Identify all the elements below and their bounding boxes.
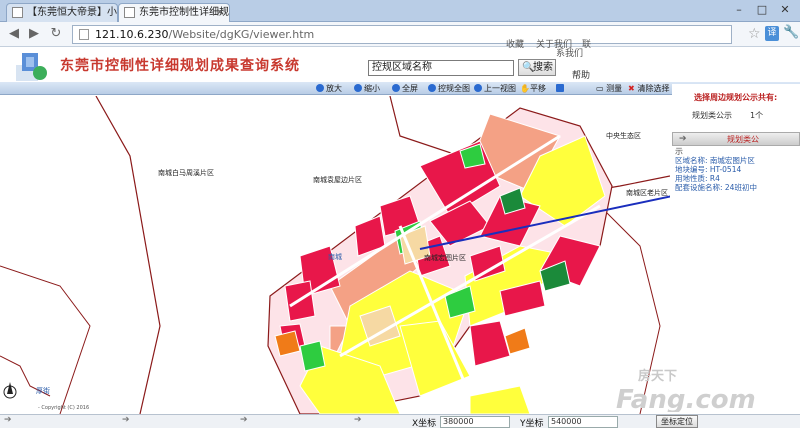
favorite-link[interactable]: 收藏	[506, 37, 524, 50]
notice-type-label[interactable]: 规划类公示	[692, 110, 732, 121]
scroll-right-icon[interactable]: ➔	[240, 415, 248, 425]
clear-icon: ✖	[628, 84, 638, 93]
forward-arrow-icon[interactable]: ▶	[26, 26, 42, 42]
label-biaoshao: 南城袁屋边片区	[313, 175, 362, 184]
url-field[interactable]: 121.10.6.230/Website/dgKG/viewer.htm	[72, 25, 732, 44]
browser-tab-1[interactable]: 【东莞恒大帝景】小区_二手	[6, 3, 118, 22]
notice-category-label: 规划类公	[727, 135, 759, 144]
minimize-icon[interactable]: –	[728, 2, 750, 18]
label-center: 南城宏图片区	[424, 253, 466, 262]
close-tab-icon[interactable]: ×	[216, 4, 224, 21]
url-path: /Website/dgKG/viewer.htm	[168, 28, 315, 41]
measure-label: 测量	[606, 84, 623, 93]
search-button-label: 搜索	[533, 62, 553, 73]
map-canvas[interactable]: 南城白马周溪片区 南城袁屋边片区 中央生态区 南城区老片区 南城 南城宏图片区 …	[0, 96, 670, 414]
search-button[interactable]: 🔍 搜索	[518, 59, 556, 76]
previous-view-label: 上一视图	[484, 84, 516, 93]
pan-button[interactable]: ✋平移	[520, 82, 546, 95]
watermark-text-2: Fang.com	[616, 385, 756, 412]
url-host: 121.10.6.230	[95, 28, 169, 41]
pan-hand-icon: ✋	[520, 84, 530, 93]
search-icon: 🔍	[522, 62, 535, 73]
zoom-out-label: 缩小	[364, 84, 380, 93]
notice-category-bar[interactable]: ➔ 规划类公	[672, 132, 800, 146]
previous-view-icon	[474, 84, 482, 92]
browser-tab-2[interactable]: 东莞市控制性详细规划成 ×	[118, 3, 230, 22]
zoom-in-button[interactable]: 放大	[316, 82, 342, 95]
panel-title: 选择周边规划公示共有:	[694, 93, 778, 102]
select-icon	[556, 84, 564, 92]
north-arrow-icon	[3, 382, 17, 399]
bookmark-star-icon[interactable]: ☆	[748, 26, 761, 42]
scroll-right-icon[interactable]: ➔	[122, 415, 130, 425]
close-window-icon[interactable]: ✕	[774, 2, 796, 18]
page-favicon-icon	[124, 7, 135, 18]
full-map-icon	[428, 84, 436, 92]
watermark-text-1: 房天下	[638, 368, 677, 384]
side-panel: 选择周边规划公示共有: 规划类公示 1个 ➔ 规划类公 示 区域名称: 南城宏图…	[672, 84, 800, 414]
translate-icon[interactable]: 译	[765, 26, 779, 41]
land-use-map[interactable]: 南城白马周溪片区 南城袁屋边片区 中央生态区 南城区老片区 南城 南城宏图片区 …	[0, 96, 670, 414]
fang-watermark-logo: 房天下 Fang.com	[616, 368, 756, 412]
wrench-menu-icon[interactable]: 🔧	[783, 25, 799, 40]
contact-link-b[interactable]: 系我们	[556, 46, 583, 59]
x-coord-input[interactable]: 380000	[440, 416, 510, 428]
full-map-label: 控规全图	[438, 84, 470, 93]
full-map-button[interactable]: 控规全图	[428, 82, 470, 95]
label-houjie: 厚街	[36, 386, 50, 395]
clear-selection-label: 清除选择	[637, 84, 670, 93]
info-facility-name: 配套设施名称: 24班初中	[675, 183, 757, 192]
coordinate-locate-button[interactable]: 坐标定位	[656, 415, 698, 428]
status-bar: ➔ ➔ ➔ ➔ X坐标 380000 Y坐标 540000 坐标定位	[0, 414, 800, 429]
scroll-right-icon[interactable]: ➔	[4, 415, 12, 425]
site-title: 东莞市控制性详细规划成果查询系统	[60, 58, 300, 74]
address-bar: ◀ ▶ ↻ 121.10.6.230/Website/dgKG/viewer.h…	[0, 22, 800, 47]
scroll-right-icon[interactable]: ➔	[354, 415, 362, 425]
area-search-input[interactable]: 控规区域名称	[368, 60, 514, 76]
back-arrow-icon[interactable]: ◀	[6, 26, 22, 42]
fullscreen-button[interactable]: 全屏	[392, 82, 418, 95]
help-link[interactable]: 帮助	[572, 68, 590, 81]
district-boundary-line	[95, 96, 161, 414]
page-favicon-icon	[12, 7, 23, 18]
page-icon	[79, 29, 89, 40]
label-baima: 南城白马周溪片区	[158, 168, 214, 177]
label-nancheng: 南城	[328, 252, 342, 261]
label-fulin: 南城区老片区	[626, 188, 668, 197]
fullscreen-label: 全屏	[402, 84, 418, 93]
site-logo-icon	[16, 53, 47, 81]
contact-link-a[interactable]: 联	[582, 37, 591, 50]
label-zhongyang: 中央生态区	[606, 131, 641, 140]
notice-count: 1个	[750, 111, 764, 120]
previous-view-button[interactable]: 上一视图	[474, 82, 516, 95]
measure-icon: ▭	[596, 84, 607, 93]
select-button[interactable]	[556, 82, 566, 95]
fullscreen-icon	[392, 84, 400, 92]
pan-label: 平移	[529, 84, 546, 93]
arrow-right-icon: ➔	[679, 134, 687, 144]
measure-button[interactable]: ▭ 测量	[596, 82, 622, 95]
x-coord-label: X坐标	[412, 419, 437, 429]
zoom-in-label: 放大	[326, 84, 342, 93]
browser-tab-bar: 【东莞恒大帝景】小区_二手 东莞市控制性详细规划成 × – □ ✕	[0, 0, 800, 22]
y-coord-label: Y坐标	[520, 419, 544, 429]
y-coord-input[interactable]: 540000	[548, 416, 618, 428]
zoom-out-icon	[354, 84, 362, 92]
maximize-icon[interactable]: □	[751, 2, 773, 18]
clear-selection-button[interactable]: ✖ 清除选择	[628, 82, 670, 95]
tab-label: 【东莞恒大帝景】小区_二手	[27, 7, 117, 18]
zoom-in-icon	[316, 84, 324, 92]
zoom-out-button[interactable]: 缩小	[354, 82, 380, 95]
copyright-text: - Copyright (C) 2016	[38, 405, 89, 411]
reload-icon[interactable]: ↻	[48, 26, 64, 42]
